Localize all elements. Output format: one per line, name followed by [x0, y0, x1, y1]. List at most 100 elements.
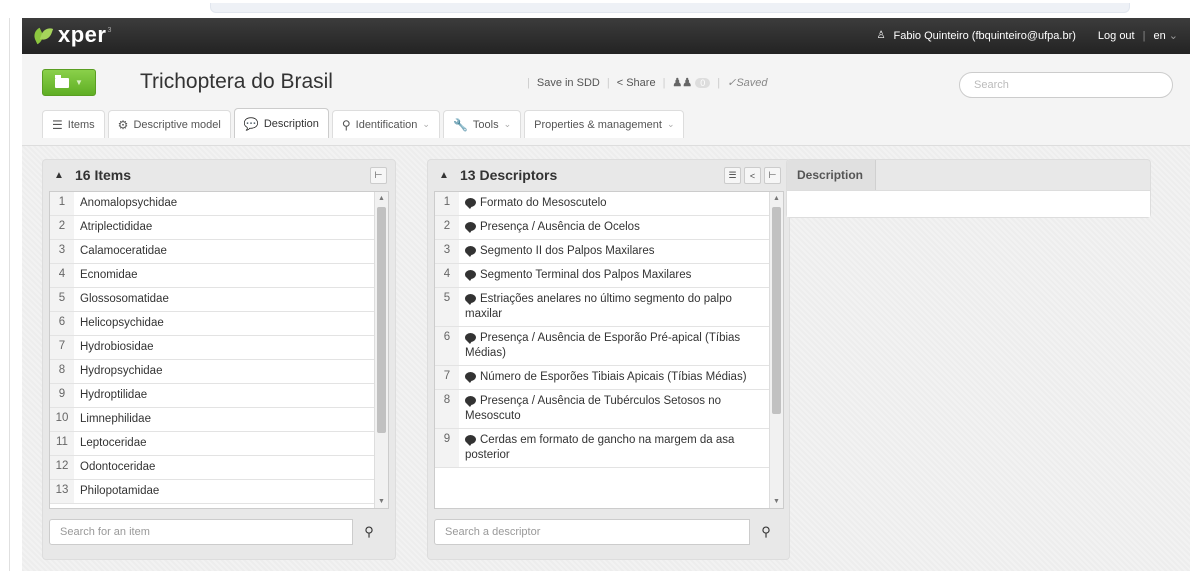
users-button[interactable]: ♟♟ 0: [672, 76, 711, 89]
gears-icon: ⚙: [117, 117, 129, 132]
magnifier-icon: ⚲: [341, 117, 351, 132]
list-item[interactable]: 3 Calamoceratidae: [50, 240, 374, 264]
share-button[interactable]: < Share: [617, 77, 656, 89]
list-item[interactable]: 5 Glossosomatidae: [50, 288, 374, 312]
row-label: Philopotamidae: [74, 480, 374, 503]
chevron-down-icon: ▼: [75, 78, 83, 87]
items-panel: ▲ 16 Items ⊢ 1 Anomalopsychidae 2 Atriplect…: [42, 159, 396, 560]
main-tabs: ☰ Items ⚙ Descriptive model 💬 Descriptio…: [42, 108, 685, 138]
descriptor-speech-icon: [465, 435, 476, 446]
list-item[interactable]: 4 Ecnomidae: [50, 264, 374, 288]
row-number: 2: [435, 216, 459, 239]
row-number: 12: [50, 456, 74, 479]
list-item[interactable]: 4 Segmento Terminal dos Palpos Maxilares: [435, 264, 769, 288]
row-number: 11: [50, 432, 74, 455]
descriptor-speech-icon: [465, 246, 476, 257]
list-item[interactable]: 7 Número de Esporões Tibiais Apicais (Tíb…: [435, 366, 769, 390]
row-number: 9: [435, 429, 459, 467]
search-icon[interactable]: ⚲: [353, 519, 385, 545]
scroll-down-icon[interactable]: ▼: [378, 498, 385, 505]
search-input[interactable]: Search: [959, 72, 1173, 98]
chevron-down-icon: ⌄: [422, 119, 430, 129]
collapse-chevron-up-icon[interactable]: ▲: [436, 167, 452, 183]
collapse-chevron-up-icon[interactable]: ▲: [51, 167, 67, 183]
row-label: Presença / Ausência de Ocelos: [459, 216, 769, 239]
top-strip: [0, 0, 1198, 18]
row-label: Número de Esporões Tibiais Apicais (Tíbi…: [459, 366, 769, 389]
scroll-thumb[interactable]: [377, 207, 386, 433]
row-number: 5: [50, 288, 74, 311]
row-number: 8: [435, 390, 459, 428]
list-view-icon[interactable]: ☰: [724, 167, 741, 184]
list-item[interactable]: 2 Atriplectididae: [50, 216, 374, 240]
header-area: ▼ Trichoptera do Brasil | Save in SDD | …: [22, 54, 1190, 146]
items-scrollbar[interactable]: ▲ ▼: [374, 192, 388, 508]
row-label: Hydrobiosidae: [74, 336, 374, 359]
tab-descriptive-model[interactable]: ⚙ Descriptive model: [107, 110, 231, 138]
language-select[interactable]: en ⌄: [1153, 29, 1178, 42]
logout-link[interactable]: Log out: [1098, 30, 1135, 42]
list-item[interactable]: 3 Segmento II dos Palpos Maxilares: [435, 240, 769, 264]
descriptor-speech-icon: [465, 198, 476, 209]
list-item[interactable]: 7 Hydrobiosidae: [50, 336, 374, 360]
list-item[interactable]: 9 Cerdas em formato de gancho na margem d…: [435, 429, 769, 468]
row-label: Ecnomidae: [74, 264, 374, 287]
row-number: 5: [435, 288, 459, 326]
list-item[interactable]: 10 Limnephilidae: [50, 408, 374, 432]
tab-properties-management[interactable]: Properties & management ⌄: [524, 110, 685, 138]
tab-items[interactable]: ☰ Items: [42, 110, 105, 138]
navbar: xper 3 ♙ Fabio Quinteiro (fbquinteiro@uf…: [22, 18, 1190, 54]
share-tree-icon[interactable]: <: [744, 167, 761, 184]
tree-view-icon[interactable]: ⊢: [370, 167, 387, 184]
tab-description[interactable]: 💬 Description: [233, 108, 329, 138]
descriptor-speech-icon: [465, 396, 476, 407]
row-label: Calamoceratidae: [74, 240, 374, 263]
users-count-badge: 0: [695, 78, 711, 88]
user-name[interactable]: Fabio Quinteiro (fbquinteiro@ufpa.br): [894, 30, 1076, 42]
list-item[interactable]: 1 Anomalopsychidae: [50, 192, 374, 216]
description-tab[interactable]: Description: [787, 160, 876, 190]
list-item[interactable]: 12 Odontoceridae: [50, 456, 374, 480]
descriptor-label-text: Número de Esporões Tibiais Apicais (Tíbi…: [480, 371, 747, 383]
list-item[interactable]: 8 Hydropsychidae: [50, 360, 374, 384]
open-menu-button[interactable]: ▼: [42, 69, 96, 96]
chevron-down-icon: ⌄: [503, 119, 512, 129]
descriptor-speech-icon: [465, 222, 476, 233]
list-item[interactable]: 8 Presença / Ausência de Tubérculos Setos…: [435, 390, 769, 429]
scroll-down-icon[interactable]: ▼: [773, 498, 780, 505]
scroll-up-icon[interactable]: ▲: [378, 195, 385, 202]
share-icon: <: [616, 76, 624, 89]
tab-tools[interactable]: 🔧 Tools ⌄: [442, 110, 522, 138]
xper-logo[interactable]: xper 3: [31, 22, 111, 48]
descriptors-list: 1 Formato do Mesoscutelo 2 Presença / Ausên…: [434, 191, 784, 509]
save-sdd-button[interactable]: Save in SDD: [537, 77, 600, 89]
descriptors-scrollbar[interactable]: ▲ ▼: [769, 192, 783, 508]
row-label: Formato do Mesoscutelo: [459, 192, 769, 215]
descriptor-label-text: Presença / Ausência de Tubérculos Setoso…: [465, 395, 722, 422]
row-label: Hydroptilidae: [74, 384, 374, 407]
descriptor-search-input[interactable]: Search a descriptor: [434, 519, 750, 545]
tab-identification[interactable]: ⚲ Identification ⌄: [331, 110, 440, 138]
saved-status: ✓Saved: [727, 77, 768, 89]
descriptors-title: 13 Descriptors: [460, 167, 558, 183]
descriptors-panel: ▲ 13 Descriptors ☰ < ⊢ 1 Formato do Mesos…: [427, 159, 790, 560]
list-item[interactable]: 9 Hydroptilidae: [50, 384, 374, 408]
item-search-input[interactable]: Search for an item: [49, 519, 353, 545]
scroll-up-icon[interactable]: ▲: [773, 195, 780, 202]
row-label: Presença / Ausência de Esporão Pré-apica…: [459, 327, 769, 365]
tree-view-icon[interactable]: ⊢: [764, 167, 781, 184]
row-number: 6: [435, 327, 459, 365]
list-item[interactable]: 5 Estriações anelares no último segmento …: [435, 288, 769, 327]
list-item[interactable]: 1 Formato do Mesoscutelo: [435, 192, 769, 216]
scroll-thumb[interactable]: [772, 207, 781, 414]
list-item[interactable]: 11 Leptoceridae: [50, 432, 374, 456]
description-body: [787, 190, 1150, 217]
row-number: 4: [50, 264, 74, 287]
leaf-logo-icon: [31, 25, 54, 45]
row-number: 9: [50, 384, 74, 407]
list-item[interactable]: 2 Presença / Ausência de Ocelos: [435, 216, 769, 240]
list-item[interactable]: 6 Helicopsychidae: [50, 312, 374, 336]
list-item[interactable]: 13 Philopotamidae: [50, 480, 374, 504]
list-item[interactable]: 6 Presença / Ausência de Esporão Pré-apic…: [435, 327, 769, 366]
search-icon[interactable]: ⚲: [750, 519, 782, 545]
